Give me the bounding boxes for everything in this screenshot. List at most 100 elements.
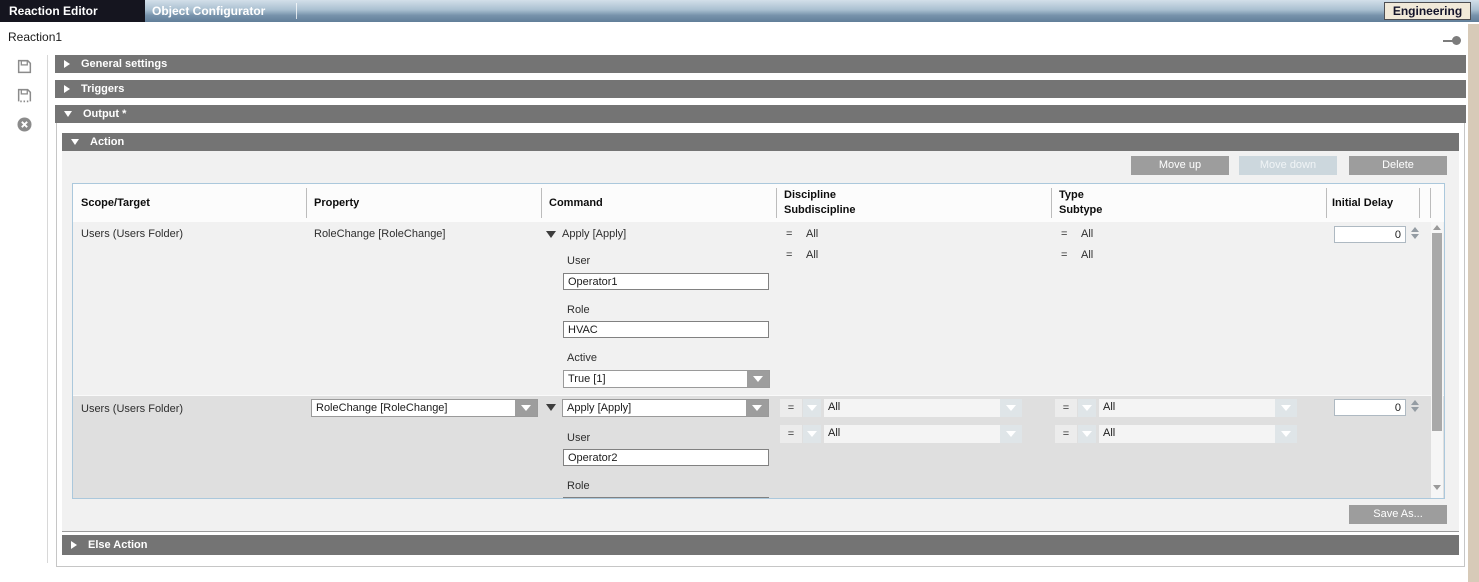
col-divider	[1419, 188, 1420, 218]
section-label: Output *	[83, 108, 126, 120]
section-label: Else Action	[88, 539, 148, 551]
operator-value: =	[780, 399, 802, 417]
col-divider	[1430, 188, 1431, 218]
col-divider	[776, 188, 777, 218]
role-label: Role	[567, 304, 590, 316]
chevron-down-icon	[71, 139, 79, 145]
section-label: Action	[90, 136, 124, 148]
chevron-down-icon	[1000, 425, 1022, 443]
save-button[interactable]	[16, 58, 33, 75]
type-op: =	[1061, 228, 1067, 240]
toolbar-divider	[47, 55, 48, 563]
save-as-action-button[interactable]: Save As...	[1349, 505, 1447, 524]
initial-delay-spinner[interactable]	[1410, 400, 1419, 412]
col-divider	[1326, 188, 1327, 218]
scope-cell: Users (Users Folder)	[81, 403, 183, 415]
type-dropdown[interactable]: All	[1099, 399, 1297, 417]
type-operator-dropdown[interactable]: =	[1055, 399, 1096, 417]
section-triggers[interactable]: Triggers	[55, 80, 1466, 98]
initial-delay-input[interactable]	[1334, 399, 1406, 416]
col-divider	[541, 188, 542, 218]
initial-delay-spinner[interactable]	[1410, 227, 1419, 239]
right-edge-strip	[1468, 24, 1479, 582]
tab-separator	[296, 3, 297, 19]
col-command[interactable]: Command	[549, 184, 603, 222]
section-action[interactable]: Action	[62, 133, 1459, 151]
user-input[interactable]	[563, 449, 769, 466]
table-scrollbar[interactable]	[1431, 222, 1443, 498]
col-subdiscipline-line2: Subdiscipline	[784, 203, 856, 218]
discipline-dropdown[interactable]: All	[824, 399, 1022, 417]
collapse-command-icon[interactable]	[546, 404, 556, 411]
move-up-button[interactable]: Move up	[1131, 156, 1229, 175]
section-label: Triggers	[81, 83, 124, 95]
subtype-operator-dropdown[interactable]: =	[1055, 425, 1096, 443]
col-initial-delay[interactable]: Initial Delay	[1332, 184, 1393, 222]
discipline-operator-dropdown[interactable]: =	[780, 399, 821, 417]
type-dropdown-value: All	[1099, 399, 1275, 417]
user-label: User	[567, 432, 590, 444]
save-as-button[interactable]	[16, 87, 33, 104]
collapse-command-icon[interactable]	[546, 231, 556, 238]
scope-cell: Users (Users Folder)	[81, 228, 183, 240]
subtype-dropdown[interactable]: All	[1099, 425, 1297, 443]
spinner-up-icon	[1411, 227, 1419, 232]
operator-value: =	[780, 425, 802, 443]
col-discipline-line1: Discipline	[784, 188, 856, 203]
operator-value: =	[1055, 399, 1077, 417]
table-row-1[interactable]: Users (Users Folder) RoleChange [RoleCha…	[73, 222, 1444, 395]
reaction-editor-window: Reaction Editor Object Configurator Engi…	[0, 0, 1479, 582]
command-dropdown[interactable]: Apply [Apply]	[562, 399, 769, 417]
section-output[interactable]: Output *	[55, 105, 1466, 123]
tab-object-configurator[interactable]: Object Configurator	[152, 0, 265, 22]
active-dropdown[interactable]: True [1]	[563, 370, 770, 388]
subtype-value: All	[1081, 249, 1093, 261]
close-icon	[16, 116, 33, 133]
engineering-mode-button[interactable]: Engineering	[1384, 2, 1471, 20]
scroll-up-icon[interactable]	[1433, 225, 1441, 230]
user-label: User	[567, 255, 590, 267]
col-divider	[1051, 188, 1052, 218]
table-body: Users (Users Folder) RoleChange [RoleCha…	[73, 222, 1444, 498]
spinner-down-icon	[1411, 407, 1419, 412]
action-table: Scope/Target Property Command Discipline…	[72, 183, 1445, 499]
command-dropdown-value: Apply [Apply]	[563, 400, 746, 416]
chevron-right-icon	[64, 85, 70, 93]
col-type[interactable]: Type Subtype	[1059, 188, 1102, 218]
subdiscipline-op: =	[786, 249, 792, 261]
operator-value: =	[1055, 425, 1077, 443]
pin-icon-dot[interactable]	[1452, 36, 1461, 45]
move-down-button[interactable]: Move down	[1239, 156, 1337, 175]
section-general-settings[interactable]: General settings	[55, 55, 1466, 73]
subdiscipline-dropdown[interactable]: All	[824, 425, 1022, 443]
col-discipline[interactable]: Discipline Subdiscipline	[784, 188, 856, 218]
chevron-down-icon	[64, 111, 72, 117]
section-else-action[interactable]: Else Action	[62, 535, 1459, 555]
scrollbar-thumb[interactable]	[1432, 233, 1442, 431]
col-subtype-line2: Subtype	[1059, 203, 1102, 218]
discipline-op: =	[786, 228, 792, 240]
col-type-line1: Type	[1059, 188, 1102, 203]
chevron-right-icon	[64, 60, 70, 68]
col-property[interactable]: Property	[314, 184, 359, 222]
scroll-down-icon[interactable]	[1433, 485, 1441, 490]
subdiscipline-operator-dropdown[interactable]: =	[780, 425, 821, 443]
table-row-2-selected[interactable]: Users (Users Folder) RoleChange [RoleCha…	[73, 395, 1444, 498]
property-dropdown[interactable]: RoleChange [RoleChange]	[311, 399, 538, 417]
chevron-down-icon	[803, 425, 821, 443]
role-input[interactable]	[563, 497, 769, 498]
role-input[interactable]	[563, 321, 769, 338]
user-input[interactable]	[563, 273, 769, 290]
col-divider	[306, 188, 307, 218]
tab-reaction-editor[interactable]: Reaction Editor	[0, 0, 145, 22]
tab-bar: Reaction Editor Object Configurator Engi…	[0, 0, 1479, 22]
discipline-value: All	[806, 228, 818, 240]
role-label: Role	[567, 480, 590, 492]
initial-delay-input[interactable]	[1334, 226, 1406, 243]
section-label: General settings	[81, 58, 167, 70]
close-button[interactable]	[16, 116, 33, 133]
col-scope-target[interactable]: Scope/Target	[81, 184, 150, 222]
delete-button[interactable]: Delete	[1349, 156, 1447, 175]
subtype-op: =	[1061, 249, 1067, 261]
chevron-down-icon	[1275, 425, 1297, 443]
